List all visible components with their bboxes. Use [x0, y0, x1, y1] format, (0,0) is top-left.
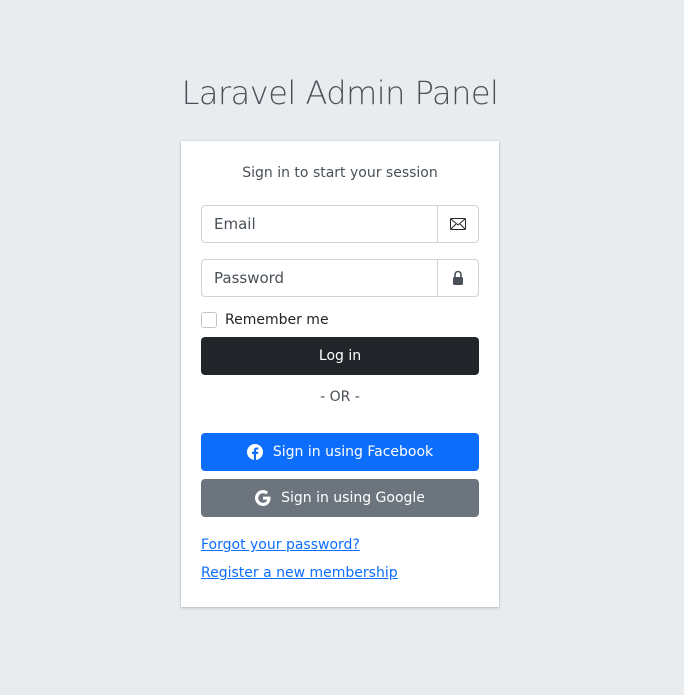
envelope-icon: [437, 205, 479, 243]
register-link[interactable]: Register a new membership: [201, 563, 479, 591]
page-title: Laravel Admin Panel: [181, 74, 499, 112]
login-card: Sign in to start your session Email Reme…: [181, 141, 499, 607]
login-message: Sign in to start your session: [242, 165, 438, 181]
remember-checkbox[interactable]: [201, 312, 217, 328]
forgot-password-link[interactable]: Forgot your password?: [201, 535, 479, 563]
facebook-icon: [246, 444, 263, 460]
remember-label[interactable]: Remember me: [225, 312, 329, 328]
login-box: Laravel Admin Panel Sign in to start you…: [181, 70, 499, 607]
facebook-button-label: Sign in using Facebook: [272, 444, 434, 460]
remember-me: Remember me: [201, 307, 479, 333]
login-button[interactable]: Log in: [201, 337, 479, 375]
password-group: [201, 259, 479, 297]
auth-links: Forgot your password? Register a new mem…: [201, 535, 479, 591]
facebook-signin-button[interactable]: Sign in using Facebook: [201, 433, 479, 471]
email-group: [201, 205, 479, 243]
login-button-label: Log in: [318, 348, 362, 364]
google-button-label: Sign in using Google: [281, 490, 425, 506]
google-icon: [255, 490, 271, 506]
or-divider: - OR -: [320, 389, 360, 405]
lock-icon: [437, 259, 479, 297]
email-input[interactable]: [201, 205, 437, 243]
password-input[interactable]: [201, 259, 437, 297]
google-signin-button[interactable]: Sign in using Google: [201, 479, 479, 517]
